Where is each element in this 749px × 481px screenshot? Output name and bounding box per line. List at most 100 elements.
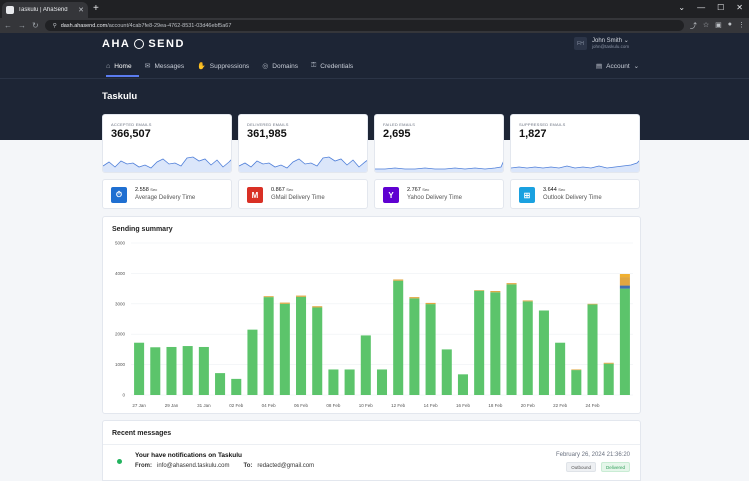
- y-tick-label: 5000: [115, 241, 126, 246]
- chart-bar: [619, 285, 630, 289]
- reload-icon[interactable]: ↻: [32, 21, 39, 30]
- back-icon[interactable]: ←: [4, 21, 12, 30]
- delivery-value: 2.767 Sec: [407, 187, 430, 193]
- chart-bar: [328, 369, 339, 395]
- menu-icon[interactable]: ⋮: [738, 21, 745, 31]
- chart-bar: [296, 296, 307, 395]
- delivery-card-average: ⏱ 2.558 Sec Average Delivery Time: [102, 179, 232, 209]
- x-tick-label: 18 Feb: [488, 403, 503, 408]
- y-tick-label: 3000: [115, 301, 126, 306]
- nav-credentials[interactable]: ⚿ Credentials: [311, 62, 353, 70]
- new-tab-icon[interactable]: +: [93, 3, 99, 14]
- clock-icon: ⏱: [111, 187, 127, 203]
- bookmark-star-icon[interactable]: ☆: [703, 21, 709, 31]
- logo[interactable]: AHA SEND: [102, 38, 185, 50]
- chart-bar: [490, 292, 501, 395]
- chart-bar: [571, 369, 582, 371]
- outlook-icon: ⊞: [519, 187, 535, 203]
- x-tick-label: 27 Jan: [132, 403, 146, 408]
- extension-icon[interactable]: ▣: [715, 21, 722, 31]
- browser-tab-bar: Taskulu | AhaSend ✕ + ⌄ — ☐ ✕: [0, 0, 749, 18]
- chart-bar: [571, 370, 582, 395]
- chart-bar: [215, 373, 226, 395]
- account-label: Account: [606, 62, 630, 70]
- x-tick-label: 12 Feb: [391, 403, 406, 408]
- status-badge: Delivered: [600, 462, 630, 472]
- chart-bar: [409, 298, 420, 395]
- chart-bar: [279, 302, 290, 304]
- x-tick-label: 04 Feb: [262, 403, 277, 408]
- sparkline-accepted: [103, 156, 231, 172]
- chart-bar: [587, 303, 598, 305]
- stat-card-delivered: DELIVERED EMAILS 361,985: [238, 114, 368, 173]
- chart-bar: [506, 283, 517, 285]
- x-tick-label: 31 Jan: [197, 403, 211, 408]
- minimize-icon[interactable]: —: [697, 3, 705, 12]
- nav-domains[interactable]: ◎ Domains: [262, 62, 298, 71]
- forward-icon[interactable]: →: [18, 21, 26, 30]
- to-label: To:: [243, 463, 253, 469]
- x-tick-label: 24 Feb: [586, 403, 601, 408]
- x-tick-label: 20 Feb: [521, 403, 536, 408]
- stat-value: 2,695: [383, 128, 411, 140]
- nav-messages-label: Messages: [154, 62, 185, 70]
- url-domain: dash.ahasend.com: [60, 22, 108, 29]
- window-controls: ⌄ — ☐ ✕: [678, 3, 743, 12]
- divider: [103, 444, 640, 445]
- sparkline-delivered: [239, 156, 367, 172]
- nav-domains-label: Domains: [272, 62, 298, 70]
- from-address: info@ahasend.taskulu.com: [157, 463, 230, 469]
- chart-bar: [360, 335, 371, 395]
- logo-text-right: SEND: [148, 38, 185, 50]
- chevron-down-icon[interactable]: ⌄: [678, 3, 685, 12]
- profile-icon[interactable]: ●: [728, 21, 732, 31]
- chart-bar: [312, 307, 323, 395]
- chart-bar: [457, 374, 468, 395]
- chart-bar: [474, 290, 485, 291]
- y-tick-label: 0: [122, 393, 125, 398]
- header-divider: [0, 78, 749, 79]
- browser-tab[interactable]: Taskulu | AhaSend ✕: [2, 2, 88, 18]
- direction-badge: Outbound: [566, 462, 596, 472]
- delivery-card-gmail: M 0.867 Sec GMail Delivery Time: [238, 179, 368, 209]
- chart-bar: [538, 310, 549, 395]
- account-menu[interactable]: ▤ Account ⌄: [596, 62, 639, 71]
- chart-bar: [263, 296, 274, 298]
- favicon-icon: [6, 6, 14, 14]
- close-tab-icon[interactable]: ✕: [78, 6, 84, 14]
- x-tick-label: 08 Feb: [326, 403, 341, 408]
- nav-home[interactable]: ⌂ Home: [106, 62, 132, 70]
- chart-bar: [619, 277, 630, 286]
- chart-bar: [409, 297, 420, 299]
- recent-title: Recent messages: [112, 430, 172, 437]
- chart-bar: [474, 290, 485, 395]
- maximize-icon[interactable]: ☐: [717, 3, 724, 12]
- x-tick-label: 22 Feb: [553, 403, 568, 408]
- nav-messages[interactable]: ✉ Messages: [145, 62, 185, 71]
- delivery-value: 3.644 Sec: [543, 187, 566, 193]
- page-title: Taskulu: [102, 91, 138, 102]
- chart-bar: [490, 291, 501, 293]
- delivery-value: 2.558 Sec: [135, 187, 158, 193]
- chart-bar: [247, 329, 258, 395]
- message-date: February 26, 2024 21:36:20: [555, 452, 630, 458]
- share-icon[interactable]: ⤴: [690, 21, 697, 31]
- chart-bar: [555, 342, 566, 395]
- chart-bar: [603, 363, 614, 395]
- chart-bar: [198, 346, 209, 395]
- close-window-icon[interactable]: ✕: [736, 3, 743, 12]
- url-field[interactable]: ⚲ dash.ahasend.com/account/4cab7fe8-29ea…: [44, 20, 684, 31]
- nav-suppressions-label: Suppressions: [209, 62, 250, 70]
- chart-bar: [425, 304, 436, 395]
- user-menu[interactable]: FH John Smith ⌄ john@taskulu.com: [574, 37, 629, 50]
- sending-summary-chart: 0 1000 2000 3000 4000 5000 27 Jan 29 Jan 31 Jan 0…: [115, 241, 633, 408]
- chart-bar: [376, 369, 388, 395]
- site-info-icon[interactable]: ⚲: [53, 23, 57, 29]
- stat-value: 361,985: [247, 128, 287, 140]
- delivery-card-yahoo: Y 2.767 Sec Yahoo Delivery Time: [374, 179, 504, 209]
- message-subject[interactable]: Your have notifications on Taskulu: [135, 452, 242, 459]
- nav-suppressions[interactable]: ✋ Suppressions: [197, 62, 250, 71]
- status-dot-icon: [117, 459, 122, 464]
- stat-card-accepted: ACCEPTED EMAILS 366,507: [102, 114, 232, 173]
- delivery-card-outlook: ⊞ 3.644 Sec Outlook Delivery Time: [510, 179, 640, 209]
